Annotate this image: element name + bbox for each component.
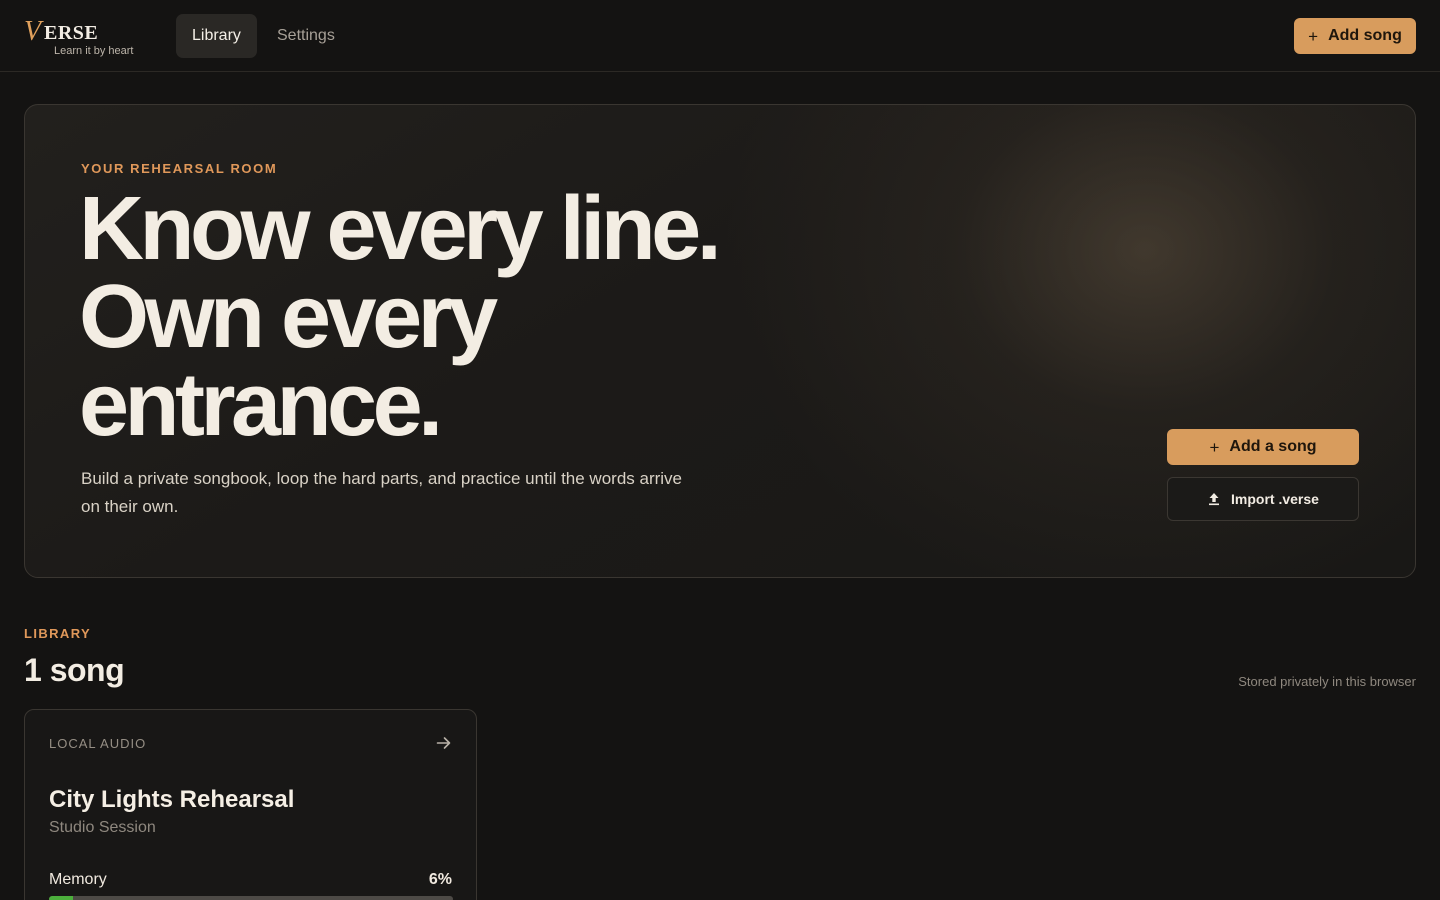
- app-logo[interactable]: V ERSE Learn it by heart: [24, 16, 154, 60]
- hero-add-song-button[interactable]: + Add a song: [1167, 429, 1359, 465]
- hero-subtitle: Build a private songbook, loop the hard …: [81, 469, 683, 516]
- song-artist: Studio Session: [49, 819, 156, 836]
- song-card[interactable]: LOCAL AUDIO City Lights Rehearsal Studio…: [24, 709, 477, 900]
- headline-line-1: Know every line.: [79, 179, 722, 279]
- headline-line-3: entrance.: [79, 355, 443, 455]
- library-song-count: 1 song: [24, 652, 125, 688]
- add-song-button[interactable]: + Add song: [1294, 18, 1416, 54]
- plus-icon: +: [1209, 437, 1220, 457]
- hero-eyebrow: YOUR REHEARSAL ROOM: [81, 161, 278, 176]
- hero-add-song-label: Add a song: [1229, 438, 1317, 455]
- storage-note: Stored privately in this browser: [1238, 674, 1416, 689]
- hero-panel: YOUR REHEARSAL ROOM Know every line. Own…: [24, 104, 1416, 578]
- headline-line-2: Own every: [79, 267, 498, 367]
- import-verse-button[interactable]: Import .verse: [1167, 477, 1359, 521]
- add-song-button-label: Add song: [1328, 27, 1402, 44]
- import-verse-label: Import .verse: [1231, 491, 1319, 507]
- library-eyebrow: LIBRARY: [24, 626, 92, 641]
- plus-icon: +: [1308, 26, 1319, 46]
- tab-settings[interactable]: Settings: [261, 14, 351, 58]
- upload-icon: [1209, 493, 1220, 506]
- arrow-right-icon[interactable]: [436, 736, 452, 750]
- memory-label: Memory: [49, 871, 107, 888]
- memory-progress-fill: [49, 896, 74, 900]
- memory-percentage: 6%: [428, 871, 452, 888]
- tab-library[interactable]: Library: [176, 14, 257, 58]
- logo-tagline: Learn it by heart: [54, 45, 134, 57]
- song-source-label: LOCAL AUDIO: [49, 736, 147, 751]
- hero-headline: Know every line. Own every entrance.: [79, 179, 839, 455]
- song-title: City Lights Rehearsal: [49, 786, 295, 813]
- memory-progress-bar: [49, 896, 453, 900]
- top-navigation-bar: V ERSE Learn it by heart Library Setting…: [0, 0, 1440, 72]
- logo-wordmark: ERSE: [44, 22, 99, 44]
- logo-mark: V: [24, 16, 42, 47]
